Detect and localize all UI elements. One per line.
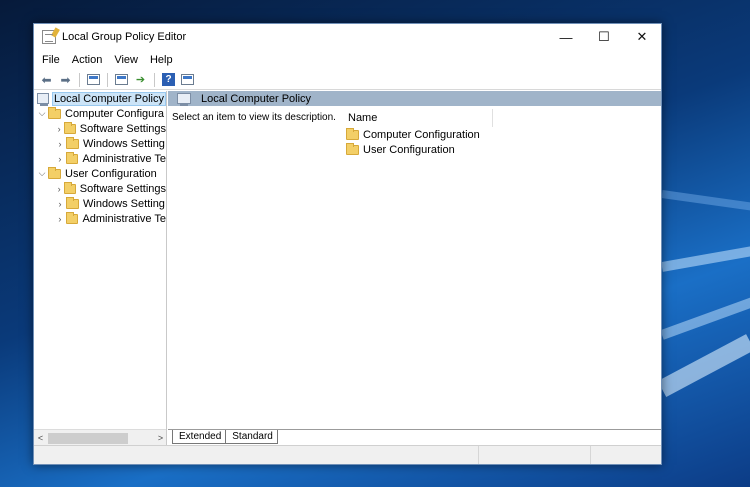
tab-extended[interactable]: Extended	[172, 430, 227, 444]
chevron-down-icon[interactable]: ⌵	[36, 168, 48, 179]
maximize-button[interactable]: ☐	[585, 24, 623, 50]
scrollbar-thumb[interactable]	[48, 432, 128, 444]
folder-icon	[66, 136, 79, 149]
list-header: Name	[346, 109, 646, 127]
status-segment	[479, 446, 591, 464]
computer-policy-icon	[37, 93, 49, 106]
chevron-right-icon[interactable]: ›	[54, 139, 66, 149]
status-segment	[34, 446, 479, 464]
tree-item-windows-settings[interactable]: › Windows Setting	[34, 136, 166, 151]
properties-icon[interactable]	[113, 72, 130, 88]
menu-help[interactable]: Help	[144, 54, 179, 66]
chevron-right-icon[interactable]: ›	[54, 154, 66, 164]
folder-icon	[346, 127, 359, 140]
tree-item-computer-configuration[interactable]: ⌵ Computer Configura	[34, 106, 166, 121]
help-icon[interactable]: ?	[160, 72, 177, 88]
toolbar-separator	[79, 72, 80, 87]
scroll-right-icon[interactable]: >	[154, 433, 166, 443]
tree-item-software-settings[interactable]: › Software Settings	[34, 181, 166, 196]
minimize-button[interactable]: —	[547, 24, 585, 50]
menu-file[interactable]: File	[36, 54, 66, 66]
tree-item-windows-settings[interactable]: › Windows Setting	[34, 196, 166, 211]
desktop-light-beam	[661, 244, 750, 272]
tree-item-local-computer-policy[interactable]: Local Computer Policy	[34, 91, 166, 106]
folder-icon	[64, 181, 76, 194]
tree-item-label: Software Settings	[79, 122, 166, 135]
scroll-left-icon[interactable]: <	[34, 433, 47, 443]
forward-arrow-icon[interactable]: ➡	[57, 72, 74, 88]
tree-item-label: Software Settings	[79, 182, 166, 195]
tree-item-software-settings[interactable]: › Software Settings	[34, 121, 166, 136]
tree-item-user-configuration[interactable]: ⌵ User Configuration	[34, 166, 166, 181]
chevron-right-icon[interactable]: ›	[54, 184, 64, 194]
desktop-light-beam	[660, 296, 750, 340]
details-header: Local Computer Policy	[168, 91, 661, 106]
folder-icon	[65, 211, 79, 224]
folder-icon	[48, 106, 61, 119]
status-segment	[591, 446, 661, 464]
tree-item-label: Computer Configura	[65, 107, 165, 120]
tree-item-label: Windows Setting	[83, 137, 165, 150]
folder-icon	[64, 121, 76, 134]
status-bar	[34, 445, 661, 464]
chevron-right-icon[interactable]: ›	[54, 124, 64, 134]
toolbar-separator	[107, 72, 108, 87]
toolbar: ⬅ ➡ ➔ ?	[34, 70, 661, 90]
menu-action[interactable]: Action	[66, 54, 109, 66]
tree-item-administrative-templates[interactable]: › Administrative Te	[34, 211, 166, 226]
back-arrow-icon[interactable]: ⬅	[38, 72, 55, 88]
console-tree: Local Computer Policy ⌵ Computer Configu…	[34, 91, 167, 446]
tab-standard[interactable]: Standard	[225, 430, 278, 444]
items-list: Name Computer Configuration User Configu…	[346, 109, 646, 157]
list-item[interactable]: Computer Configuration	[346, 127, 646, 142]
action-pane-icon[interactable]	[179, 72, 196, 88]
tree-item-label: Windows Setting	[83, 197, 165, 210]
details-pane: Local Computer Policy Select an item to …	[168, 91, 661, 446]
tree-item-administrative-templates[interactable]: › Administrative Te	[34, 151, 166, 166]
list-item-label: Computer Configuration	[363, 128, 480, 141]
description-text: Select an item to view its description.	[172, 112, 336, 123]
gpedit-app-icon	[42, 27, 60, 44]
folder-icon	[65, 151, 79, 164]
desktop-light-beam	[661, 190, 750, 212]
details-header-title: Local Computer Policy	[201, 92, 312, 105]
computer-policy-icon	[177, 93, 191, 106]
list-item[interactable]: User Configuration	[346, 142, 646, 157]
toolbar-separator	[154, 72, 155, 87]
window-title: Local Group Policy Editor	[62, 31, 187, 43]
chevron-right-icon[interactable]: ›	[54, 214, 66, 224]
folder-icon	[346, 142, 359, 155]
folder-icon	[66, 196, 79, 209]
close-button[interactable]: ✕	[623, 24, 661, 50]
export-list-icon[interactable]: ➔	[132, 72, 149, 88]
view-tabs: Extended Standard	[168, 429, 661, 446]
list-item-label: User Configuration	[363, 143, 455, 156]
gpedit-window: Local Group Policy Editor — ☐ ✕ File Act…	[33, 23, 662, 465]
show-hide-console-tree-icon[interactable]	[85, 72, 102, 88]
horizontal-scrollbar[interactable]: < >	[34, 429, 166, 446]
menu-bar: File Action View Help	[34, 50, 661, 70]
tree-item-label: Administrative Te	[82, 212, 166, 225]
title-bar: Local Group Policy Editor — ☐ ✕	[34, 24, 661, 50]
folder-icon	[48, 166, 61, 179]
main-area: Local Computer Policy ⌵ Computer Configu…	[34, 91, 661, 446]
tree-item-label: User Configuration	[65, 167, 157, 180]
tree-item-label: Administrative Te	[82, 152, 166, 165]
tree-item-label: Local Computer Policy	[51, 91, 166, 106]
menu-view[interactable]: View	[108, 54, 144, 66]
desktop-light-beam	[657, 334, 750, 397]
chevron-right-icon[interactable]: ›	[54, 199, 66, 209]
column-header-name[interactable]: Name	[348, 109, 493, 127]
chevron-down-icon[interactable]: ⌵	[36, 108, 48, 119]
